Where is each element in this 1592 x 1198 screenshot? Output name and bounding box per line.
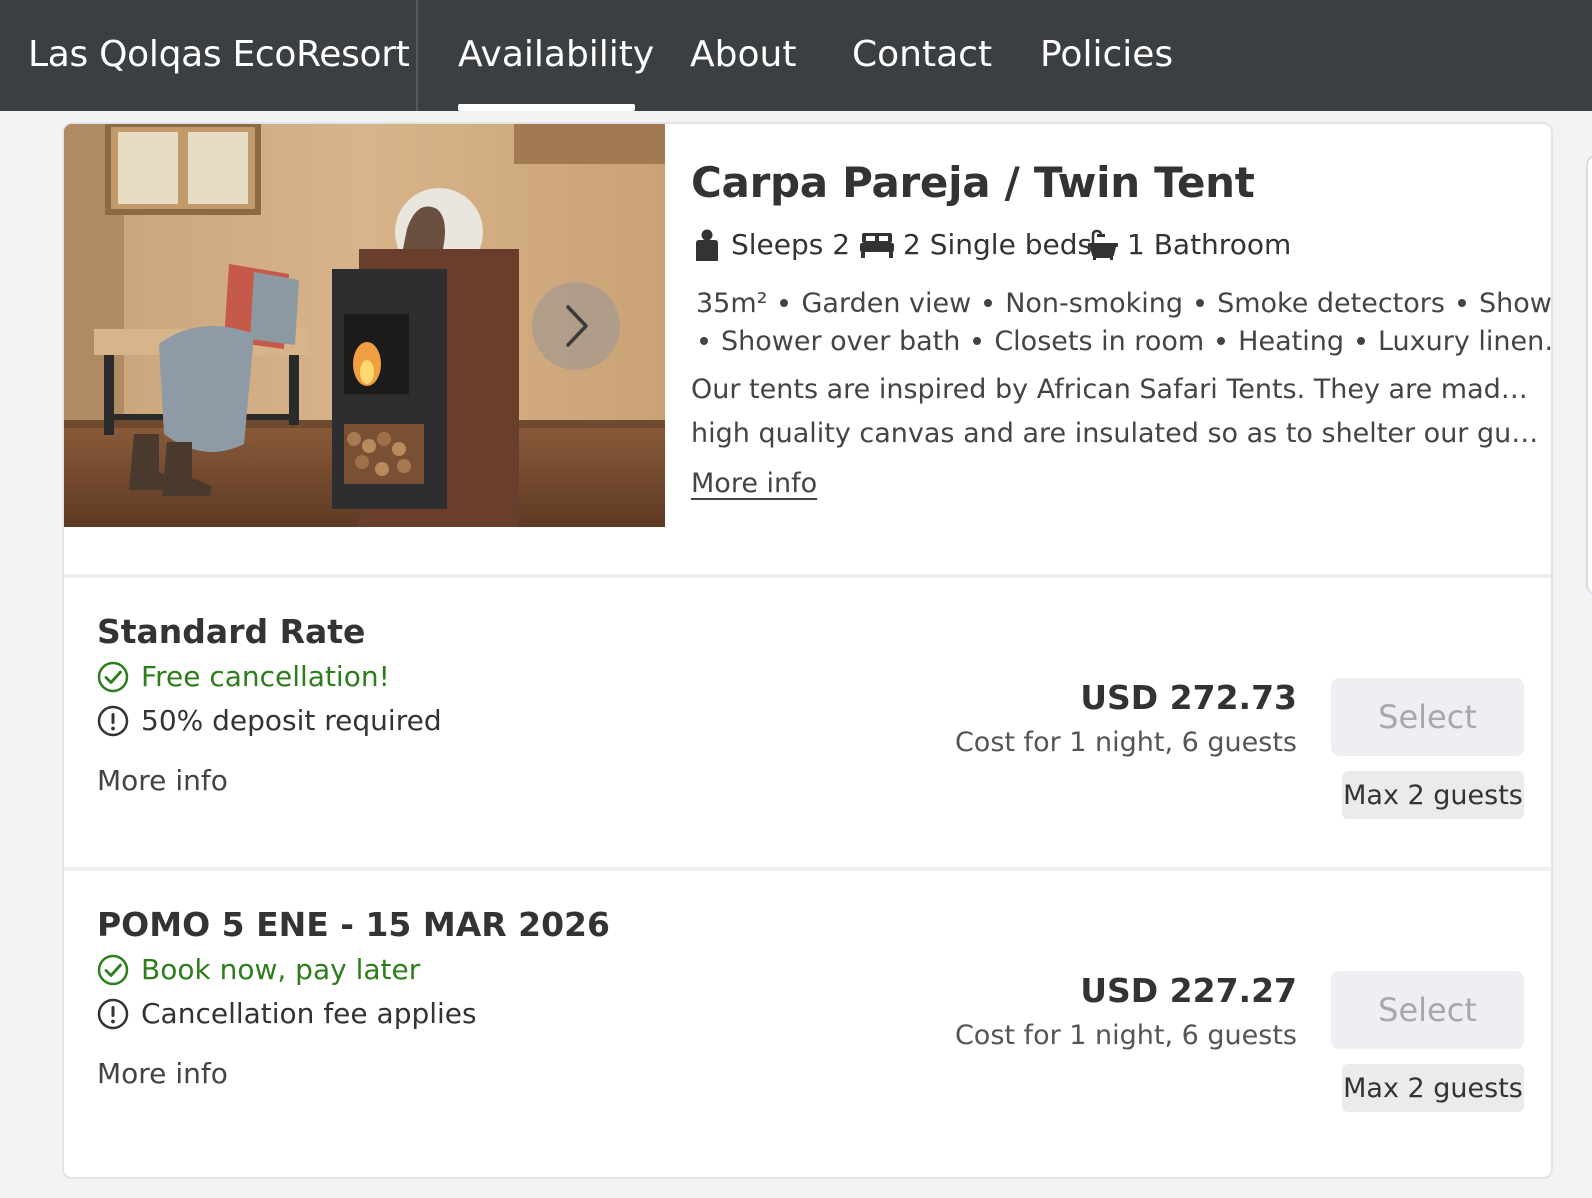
active-tab-indicator	[458, 104, 635, 111]
nav-tab-contact[interactable]: Contact	[852, 34, 992, 75]
room-card: Carpa Pareja / Twin Tent Sleeps 2 2 Sing…	[62, 122, 1553, 1179]
fact-beds-label: 2 Single beds	[903, 228, 1093, 261]
fact-sleeps-label: Sleeps 2	[731, 228, 851, 261]
cancellation-fee-row: Cancellation fee applies	[97, 997, 477, 1030]
chevron-right-icon	[566, 305, 588, 347]
amenity-item: Non-smoking	[1005, 288, 1184, 319]
free-cancellation-row: Free cancellation!	[97, 660, 390, 693]
nav-tab-policies[interactable]: Policies	[1040, 34, 1173, 75]
person-icon	[691, 229, 723, 261]
room-photo	[64, 124, 665, 527]
room-description-line-1: Our tents are inspired by African Safari…	[691, 374, 1541, 405]
amenities-line-2: Shower over bath Closets in room Heating Lu…	[687, 326, 1553, 364]
select-rate-button[interactable]: Select	[1331, 971, 1524, 1049]
room-description: Our tents are inspired by African Safari…	[691, 368, 1541, 456]
amenities-line-1: 35m² Garden view Non-smoking Smoke detector…	[696, 288, 1552, 326]
brand-name[interactable]: Las Qolqas EcoResort	[28, 34, 410, 75]
fact-bathroom-label: 1 Bathroom	[1127, 228, 1292, 261]
rate-option-promo: POMO 5 ENE - 15 MAR 2026 Book now, pay l…	[64, 871, 1551, 1161]
pay-later-row: Book now, pay later	[97, 953, 420, 986]
amenity-item: Closets in room	[994, 326, 1205, 357]
free-cancellation-label: Free cancellation!	[141, 660, 390, 693]
amenity-item: Shower	[1478, 288, 1552, 319]
top-navigation: Las Qolqas EcoResort Availability About …	[0, 0, 1592, 111]
room-title: Carpa Pareja / Twin Tent	[691, 158, 1255, 207]
price-note: Cost for 1 night, 6 guests	[954, 727, 1297, 758]
fact-sleeps: Sleeps 2	[691, 228, 850, 261]
select-rate-button[interactable]: Select	[1331, 678, 1524, 756]
room-more-info-link[interactable]: More info	[691, 468, 817, 499]
check-circle-icon	[97, 954, 129, 986]
amenity-item: Heating	[1238, 326, 1344, 357]
price-amount: USD 272.73	[1080, 678, 1297, 717]
alert-circle-icon	[97, 705, 129, 737]
next-room-card-edge	[1586, 155, 1592, 595]
nav-tab-about[interactable]: About	[690, 34, 796, 75]
bed-icon	[859, 229, 895, 261]
amenity-item: 35m²	[696, 288, 768, 319]
room-description-line-2: high quality canvas and are insulated so…	[691, 418, 1541, 449]
pay-later-label: Book now, pay later	[141, 953, 421, 986]
nav-divider	[416, 0, 418, 111]
rate-price: USD 272.73 Cost for 1 night, 6 guests	[955, 678, 1297, 758]
amenity-item: Smoke detectors	[1217, 288, 1445, 319]
fact-beds: 2 Single beds	[859, 228, 1092, 261]
deposit-row: 50% deposit required	[97, 704, 442, 737]
rate-more-info-link[interactable]: More info	[97, 1057, 228, 1090]
rate-option-standard: Standard Rate Free cancellation! 50% dep…	[64, 578, 1551, 868]
amenity-item: Shower over bath	[721, 326, 961, 357]
cancellation-fee-label: Cancellation fee applies	[141, 997, 477, 1030]
price-amount: USD 227.27	[1080, 971, 1297, 1010]
rate-name: POMO 5 ENE - 15 MAR 2026	[97, 905, 610, 944]
nav-tab-availability[interactable]: Availability	[458, 34, 654, 75]
rate-more-info-link[interactable]: More info	[97, 764, 228, 797]
max-guests-badge: Max 2 guests	[1342, 1064, 1524, 1112]
rate-price: USD 227.27 Cost for 1 night, 6 guests	[955, 971, 1297, 1051]
max-guests-badge: Max 2 guests	[1342, 771, 1524, 819]
fact-bathroom: 1 Bathroom	[1087, 228, 1291, 261]
carousel-next-button[interactable]	[532, 282, 620, 370]
price-note: Cost for 1 night, 6 guests	[954, 1020, 1297, 1051]
deposit-label: 50% deposit required	[141, 704, 442, 737]
amenity-item: Luxury linen…	[1377, 326, 1553, 357]
bathtub-icon	[1087, 229, 1119, 261]
check-circle-icon	[97, 661, 129, 693]
alert-circle-icon	[97, 998, 129, 1030]
amenity-item: Garden view	[801, 288, 972, 319]
rate-name: Standard Rate	[97, 612, 366, 651]
